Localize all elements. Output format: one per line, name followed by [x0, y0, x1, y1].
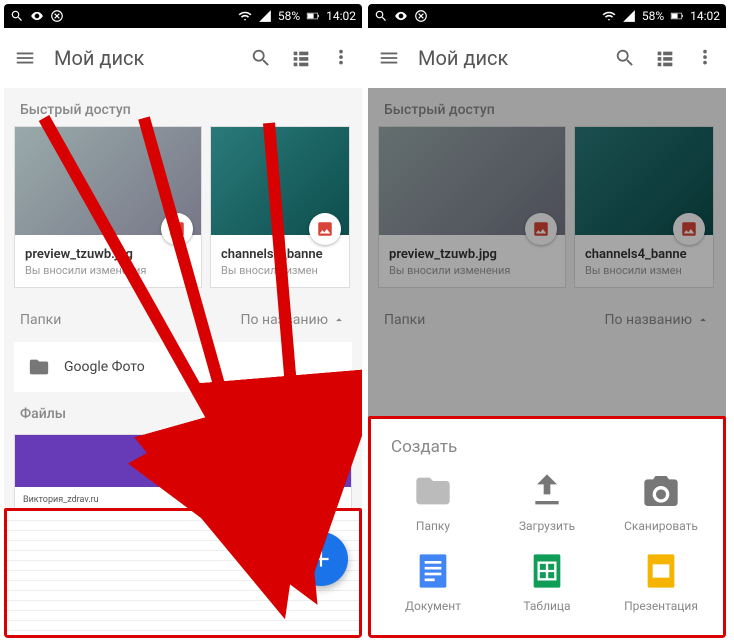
image-badge-icon [309, 213, 341, 245]
folders-label: Папки [20, 312, 61, 328]
create-title: Создать [379, 433, 715, 471]
quick-card-sub: Вы вносили измен [211, 262, 349, 287]
battery-icon [306, 9, 320, 23]
create-sheet: Создать Папку Загрузить Сканировать [368, 416, 726, 638]
page-title: Мой диск [54, 46, 232, 70]
more-button[interactable] [694, 47, 716, 69]
wifi-icon [602, 9, 616, 23]
clock: 14:02 [326, 9, 356, 23]
upload-icon [527, 471, 567, 511]
create-folder-option[interactable]: Папку [379, 471, 487, 533]
menu-button[interactable] [14, 47, 36, 69]
files-label: Файлы [4, 392, 362, 430]
sort-button[interactable]: По названию [241, 312, 346, 328]
fab-create-button[interactable] [294, 532, 348, 586]
more-button[interactable] [330, 47, 352, 69]
status-icon [10, 9, 24, 23]
folder-name: Google Фото [64, 359, 145, 375]
page-title: Мой диск [418, 46, 596, 70]
view-list-button[interactable] [290, 47, 312, 69]
sync-icon [50, 9, 64, 23]
create-slides-option[interactable]: Презентация [607, 551, 715, 613]
search-button[interactable] [614, 47, 636, 69]
image-badge-icon [161, 213, 193, 245]
create-sheets-option[interactable]: Таблица [493, 551, 601, 613]
folder-row[interactable]: Google Фото [14, 342, 352, 392]
signal-icon [258, 9, 272, 23]
plus-icon [308, 546, 334, 572]
status-bar: 58% 14:02 [368, 4, 726, 28]
status-bar: 58% 14:02 [4, 4, 362, 28]
phone-right: 58% 14:02 Мой диск Быстрый доступ previe… [368, 4, 726, 638]
search-button[interactable] [250, 47, 272, 69]
eye-icon [30, 9, 44, 23]
phone-left: 58% 14:02 Мой диск Быстрый доступ previe… [4, 4, 362, 638]
quick-card[interactable]: channels4_banne Вы вносили измен [210, 126, 350, 288]
app-bar: Мой диск [368, 28, 726, 88]
create-upload-option[interactable]: Загрузить [493, 471, 601, 533]
folder-icon [413, 471, 453, 511]
clock: 14:02 [690, 9, 720, 23]
battery-pct: 58% [278, 9, 300, 23]
app-bar: Мой диск [4, 28, 362, 88]
eye-icon [394, 9, 408, 23]
slides-icon [641, 551, 681, 591]
sync-icon [414, 9, 428, 23]
wifi-icon [238, 9, 252, 23]
folder-icon [28, 356, 50, 378]
menu-button[interactable] [378, 47, 400, 69]
create-scan-option[interactable]: Сканировать [607, 471, 715, 533]
quick-card[interactable]: preview_tzuwb.jpg Вы вносили изменения [14, 126, 202, 288]
signal-icon [622, 9, 636, 23]
create-docs-option[interactable]: Документ [379, 551, 487, 613]
status-icon [374, 9, 388, 23]
docs-icon [413, 551, 453, 591]
quick-access-label: Быстрый доступ [4, 88, 362, 126]
view-list-button[interactable] [654, 47, 676, 69]
sheets-icon [527, 551, 567, 591]
battery-pct: 58% [642, 9, 664, 23]
quick-card-sub: Вы вносили изменения [15, 262, 201, 287]
camera-icon [641, 471, 681, 511]
battery-icon [670, 9, 684, 23]
